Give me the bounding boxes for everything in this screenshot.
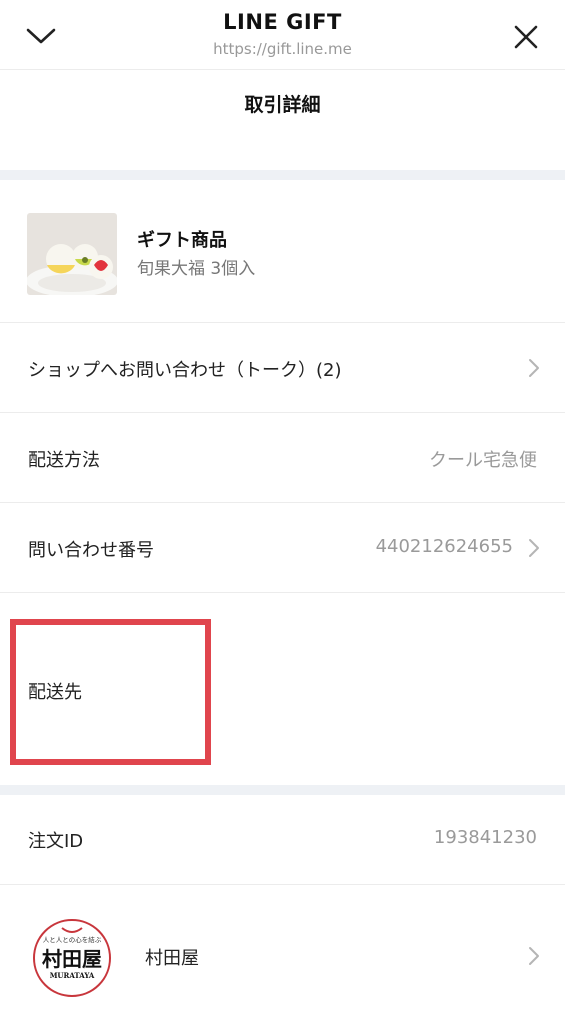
browser-header: LINE GIFT https://gift.line.me	[0, 0, 565, 70]
order-id-label: 注文ID	[28, 831, 84, 852]
contact-shop-label: ショップへお問い合わせ（トーク）(2)	[28, 360, 342, 381]
gift-title: ギフト商品	[137, 230, 227, 251]
delivery-method-label: 配送方法	[28, 450, 100, 471]
section-divider	[0, 785, 565, 795]
shop-name: 村田屋	[145, 948, 199, 969]
svg-text:村田屋: 村田屋	[42, 947, 102, 971]
delivery-method-value: クール宅急便	[429, 450, 537, 471]
contact-shop-row[interactable]: ショップへお問い合わせ（トーク）(2)	[0, 323, 565, 413]
order-id-value: 193841230	[433, 827, 537, 848]
close-icon[interactable]	[511, 22, 541, 52]
shop-logo: 人と人との心を結ぶ 村田屋 MURATAYA	[33, 919, 111, 997]
delivery-method-row: 配送方法 クール宅急便	[0, 413, 565, 503]
gift-product-name: 旬果大福 3個入	[137, 259, 256, 279]
page-title: 取引詳細	[244, 94, 321, 116]
svg-text:MURATAYA: MURATAYA	[50, 971, 95, 980]
page-title-area	[0, 70, 565, 170]
page-url: https://gift.line.me	[213, 40, 352, 58]
section-divider	[0, 170, 565, 180]
product-image	[27, 213, 117, 295]
chevron-right-icon	[529, 359, 539, 377]
chevron-right-icon	[529, 539, 539, 557]
highlight-box	[10, 619, 211, 765]
inquiry-number-row[interactable]: 問い合わせ番号 440212624655	[0, 503, 565, 593]
svg-text:人と人との心を結ぶ: 人と人との心を結ぶ	[43, 935, 102, 944]
app-title: LINE GIFT	[223, 10, 342, 34]
chevron-right-icon	[529, 947, 539, 965]
inquiry-number-label: 問い合わせ番号	[28, 540, 154, 561]
order-id-row: 注文ID 193841230	[0, 795, 565, 885]
inquiry-number-value: 440212624655	[375, 536, 513, 557]
